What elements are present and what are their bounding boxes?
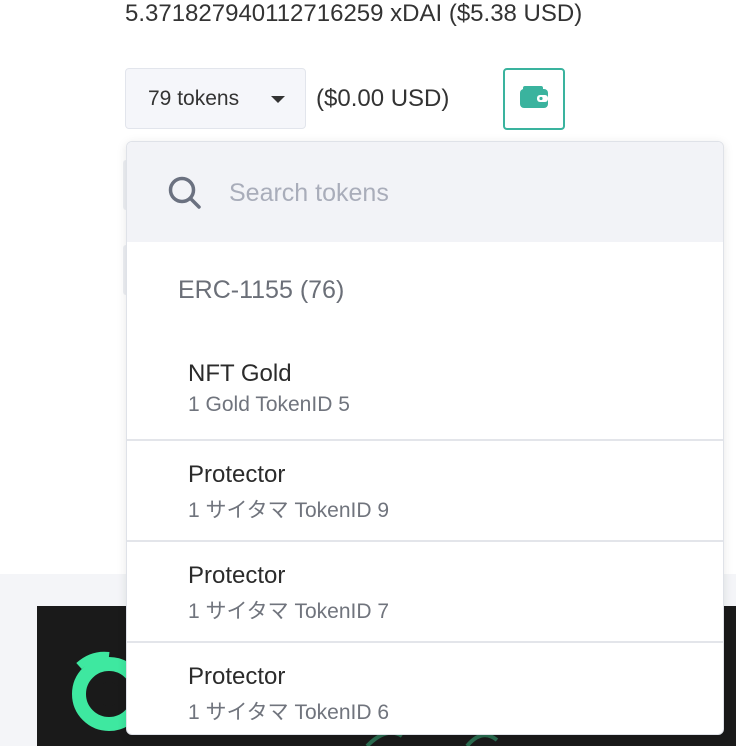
token-list: NFT Gold 1 Gold TokenID 5 Protector 1 サイ…	[127, 340, 723, 734]
tokens-dropdown-menu: ERC-1155 (76) NFT Gold 1 Gold TokenID 5 …	[126, 141, 724, 735]
add-token-wallet-button[interactable]	[503, 68, 565, 130]
search-icon	[167, 175, 203, 216]
balance-text: 5.371827940112716259 xDAI ($5.38 USD)	[125, 0, 583, 27]
token-detail: 1 Gold TokenID 5	[188, 393, 350, 416]
token-detail: 1 サイタマ TokenID 9	[188, 499, 390, 522]
token-search-bar	[127, 142, 723, 242]
tokens-dropdown-button[interactable]: 79 tokens	[125, 68, 306, 129]
list-item[interactable]: Protector 1 サイタマ TokenID 7	[127, 542, 723, 643]
token-detail: 1 サイタマ TokenID 6	[188, 701, 390, 724]
search-tokens-input[interactable]	[227, 172, 691, 214]
list-item[interactable]: NFT Gold 1 Gold TokenID 5	[127, 340, 723, 441]
token-name: Protector	[188, 461, 286, 488]
caret-down-icon	[271, 96, 285, 103]
token-name: NFT Gold	[188, 360, 292, 387]
token-name: Protector	[188, 663, 286, 690]
token-detail: 1 サイタマ TokenID 7	[188, 600, 390, 623]
list-item[interactable]: Protector 1 サイタマ TokenID 9	[127, 441, 723, 542]
tokens-dropdown-label: 79 tokens	[148, 86, 240, 110]
list-item[interactable]: Protector 1 サイタマ TokenID 6	[127, 643, 723, 734]
tokens-usd-value: ($0.00 USD)	[316, 85, 450, 112]
erc1155-group-header: ERC-1155 (76)	[178, 276, 345, 304]
wallet-icon	[519, 85, 549, 114]
token-name: Protector	[188, 562, 286, 589]
